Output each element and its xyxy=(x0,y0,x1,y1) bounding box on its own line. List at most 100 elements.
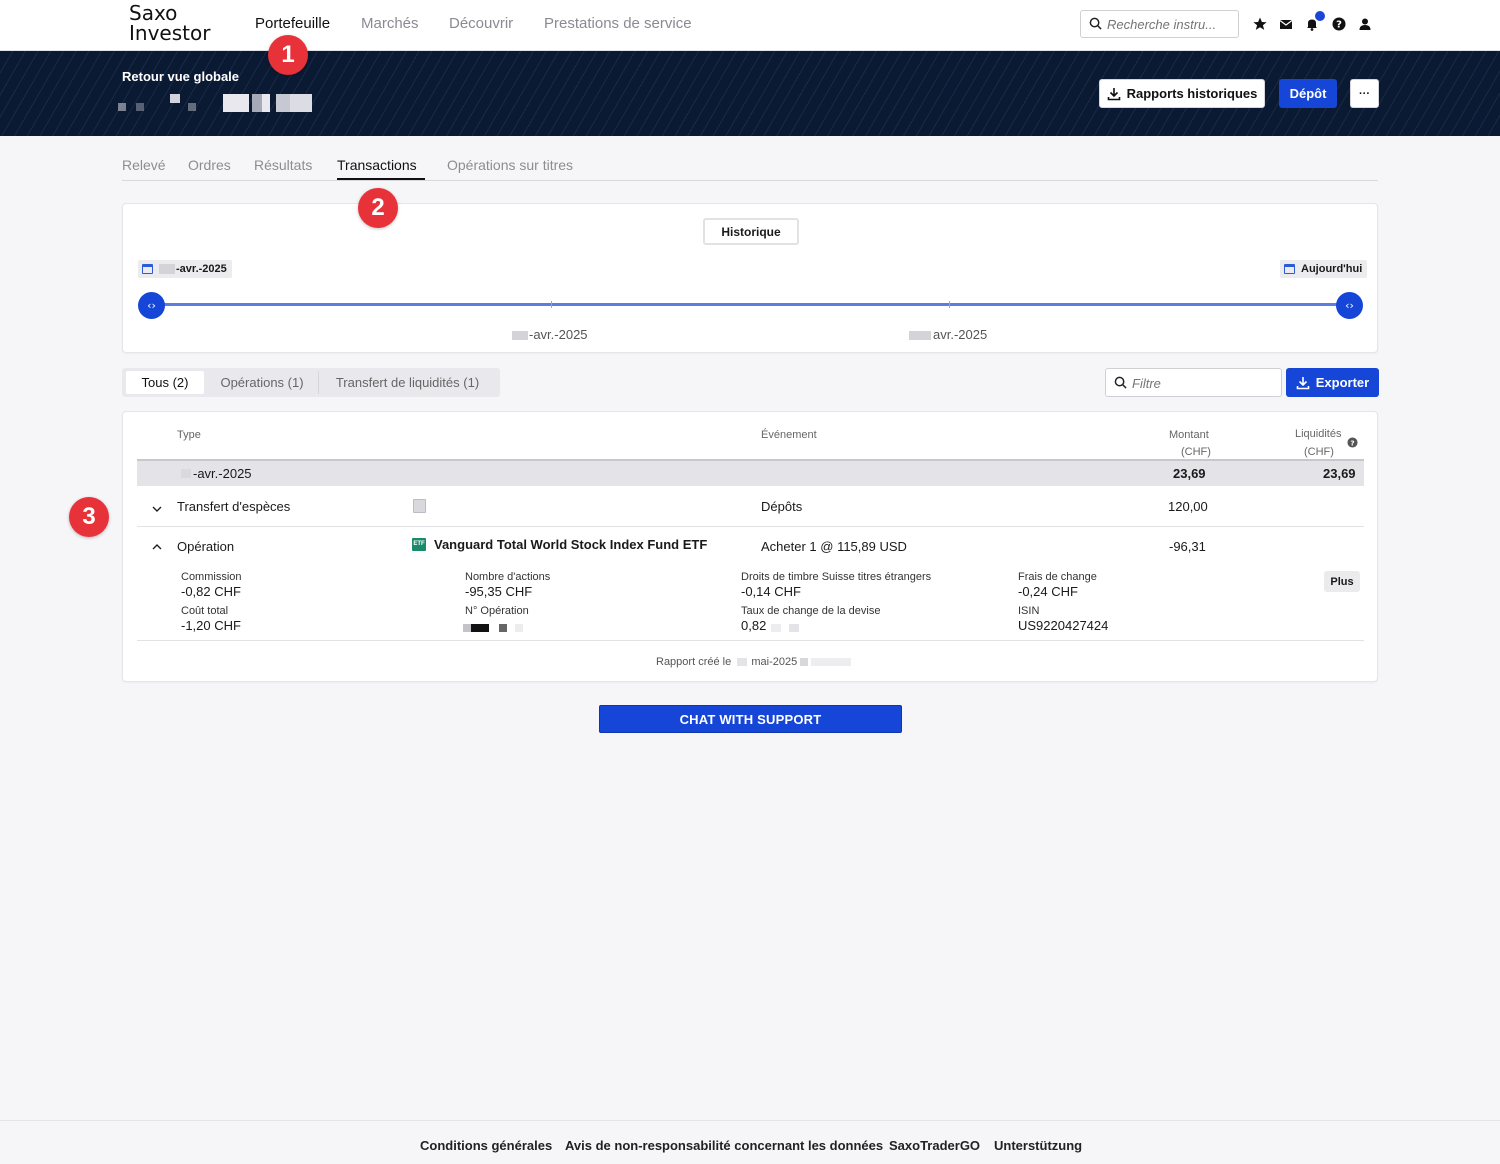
header-liquidity-unit: (CHF) xyxy=(1304,446,1334,458)
report-created-label: Rapport créé le xyxy=(656,656,732,668)
export-button[interactable]: Exporter xyxy=(1286,368,1379,397)
timeline-track[interactable] xyxy=(153,303,1351,306)
annotation-badge-3: 3 xyxy=(69,497,109,537)
saxo-investor-logo[interactable]: Saxo Investor xyxy=(129,3,210,43)
group-amount: 23,69 xyxy=(1173,466,1206,481)
redacted-digits xyxy=(771,624,781,632)
top-navigation: Saxo Investor Portefeuille Marchés Décou… xyxy=(0,0,1500,51)
historical-reports-button[interactable]: Rapports historiques xyxy=(1099,79,1265,108)
annotation-badge-2: 2 xyxy=(358,188,398,228)
tab-releve[interactable]: Relevé xyxy=(122,157,166,173)
download-icon xyxy=(1107,87,1120,100)
shares-value: -95,35 CHF xyxy=(465,584,533,599)
tab-transactions[interactable]: Transactions xyxy=(337,157,417,173)
start-date-chip[interactable]: -avr.-2025 xyxy=(138,260,232,278)
star-icon[interactable] xyxy=(1252,16,1268,32)
report-created-footer: Rapport créé le mai-2025 xyxy=(656,656,852,668)
row-event: Acheter 1 @ 115,89 USD xyxy=(761,539,907,554)
nav-prestations-de-service[interactable]: Prestations de service xyxy=(544,15,692,32)
portfolio-subtabs: Relevé Ordres Résultats Transactions Opé… xyxy=(122,150,1378,181)
timeline-tick xyxy=(551,301,552,308)
row-type: Opération xyxy=(177,539,235,554)
shares-label: Nombre d'actions xyxy=(465,571,551,583)
timeline-tick-label: avr.-2025 xyxy=(909,327,987,342)
mail-icon[interactable] xyxy=(1278,16,1294,32)
download-icon xyxy=(1296,376,1310,389)
row-divider xyxy=(137,640,1364,641)
calendar-icon xyxy=(1284,264,1295,274)
commission-value: -0,82 CHF xyxy=(181,584,241,599)
calendar-icon xyxy=(142,264,153,274)
redacted-day xyxy=(159,264,175,274)
search-input[interactable] xyxy=(1107,14,1235,34)
more-details-button[interactable]: Plus xyxy=(1324,571,1360,592)
segment-operations[interactable]: Opérations (1) xyxy=(206,371,318,394)
chevron-up-icon[interactable] xyxy=(151,541,163,553)
footer-link-support[interactable]: Unterstützung xyxy=(994,1138,1082,1153)
segment-tous[interactable]: Tous (2) xyxy=(126,371,204,394)
segment-transfert-liquidites[interactable]: Transfert de liquidités (1) xyxy=(318,371,496,394)
nav-marches[interactable]: Marchés xyxy=(361,15,419,32)
svg-text:?: ? xyxy=(1336,20,1342,31)
historical-reports-label: Rapports historiques xyxy=(1126,86,1258,101)
filter-field[interactable] xyxy=(1105,368,1282,397)
row-instrument[interactable]: Vanguard Total World Stock Index Fund ET… xyxy=(434,537,707,552)
report-created-date: mai-2025 xyxy=(751,656,798,668)
help-icon[interactable]: ? xyxy=(1347,437,1358,448)
commission-label: Commission xyxy=(181,571,242,583)
operation-number-label: N° Opération xyxy=(465,605,529,617)
header-amount-unit: (CHF) xyxy=(1181,446,1211,458)
tab-ordres[interactable]: Ordres xyxy=(188,157,231,173)
timeline-end-handle[interactable]: ‹› xyxy=(1336,292,1363,319)
chat-with-support-button[interactable]: CHAT WITH SUPPORT xyxy=(599,705,902,733)
start-date-label: -avr.-2025 xyxy=(176,263,227,275)
footer-link-saxotradergo[interactable]: SaxoTraderGO xyxy=(889,1138,980,1153)
header-amount: Montant xyxy=(1169,429,1209,441)
annotation-badge-1: 1 xyxy=(268,35,308,75)
footer-link-disclaimer[interactable]: Avis de non-responsabilité concernant le… xyxy=(565,1138,883,1153)
redacted-day xyxy=(181,469,191,478)
help-icon[interactable]: ? xyxy=(1331,16,1347,32)
row-divider xyxy=(137,526,1364,527)
group-date: -avr.-2025 xyxy=(193,466,252,481)
header-liquidity: Liquidités xyxy=(1295,428,1342,440)
tab-operations-sur-titres[interactable]: Opérations sur titres xyxy=(447,157,573,173)
footer-link-conditions[interactable]: Conditions générales xyxy=(420,1138,552,1153)
timeline-tick xyxy=(949,301,950,308)
deposit-button[interactable]: Dépôt xyxy=(1279,79,1337,108)
export-label: Exporter xyxy=(1315,375,1370,390)
chevron-down-icon[interactable] xyxy=(151,503,163,515)
history-mode-button[interactable]: Historique xyxy=(703,218,799,245)
timeline-tick-label: -avr.-2025 xyxy=(512,327,588,342)
isin-value: US9220427424 xyxy=(1018,618,1109,633)
instrument-search[interactable] xyxy=(1080,10,1239,38)
redacted-digits xyxy=(789,624,799,632)
timeline-card: Historique -avr.-2025 Aujourd'hui ‹› ‹› … xyxy=(122,203,1378,353)
account-header: Retour vue globale Rapports historiques … xyxy=(0,51,1500,136)
active-tab-indicator xyxy=(337,178,425,180)
filter-input[interactable] xyxy=(1132,373,1277,393)
notification-dot xyxy=(1315,11,1325,21)
back-to-overview-link[interactable]: Retour vue globale xyxy=(122,69,239,84)
fx-fee-value: -0,24 CHF xyxy=(1018,584,1078,599)
page-footer: Conditions générales Avis de non-respons… xyxy=(0,1120,1500,1164)
fx-rate-value: 0,82 xyxy=(741,618,767,633)
end-date-chip[interactable]: Aujourd'hui xyxy=(1280,260,1368,278)
timeline-start-handle[interactable]: ‹› xyxy=(138,292,165,319)
row-amount: -96,31 xyxy=(1169,539,1206,554)
search-icon xyxy=(1089,17,1102,30)
end-date-label: Aujourd'hui xyxy=(1301,263,1363,275)
search-icon xyxy=(1114,376,1127,389)
stamp-duty-value: -0,14 CHF xyxy=(741,584,801,599)
row-type: Transfert d'espèces xyxy=(177,499,291,514)
total-cost-value: -1,20 CHF xyxy=(181,618,241,633)
nav-portefeuille[interactable]: Portefeuille xyxy=(255,15,330,32)
user-account-icon[interactable] xyxy=(1357,16,1373,32)
fx-rate-label: Taux de change de la devise xyxy=(741,605,881,617)
logo-line-2: Investor xyxy=(129,21,211,45)
nav-decouvrir[interactable]: Découvrir xyxy=(449,15,513,32)
row-amount: 120,00 xyxy=(1168,499,1208,514)
tab-resultats[interactable]: Résultats xyxy=(254,157,312,173)
header-event: Événement xyxy=(761,429,817,441)
more-options-button[interactable]: ··· xyxy=(1350,79,1379,108)
